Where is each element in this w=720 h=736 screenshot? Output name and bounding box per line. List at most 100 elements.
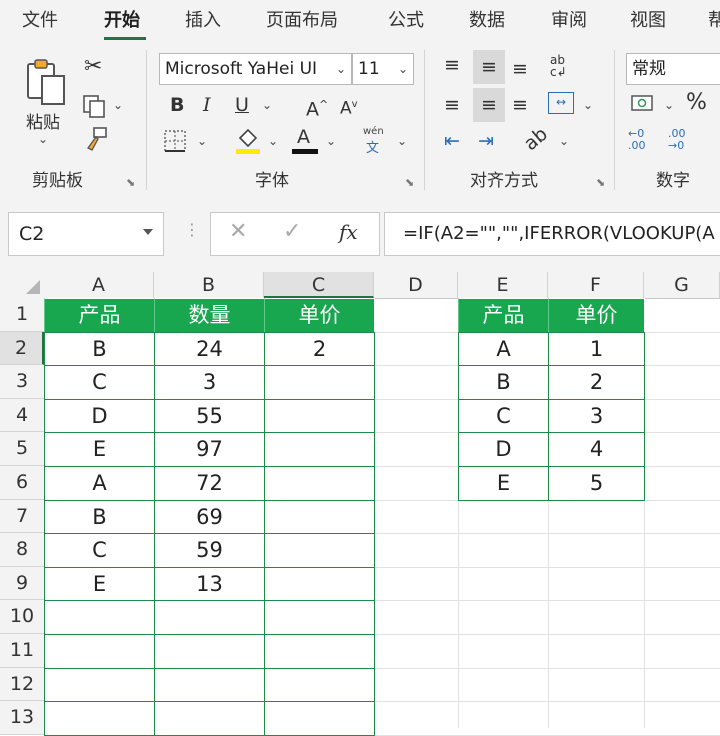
phonetic-button[interactable]: wén 文 [360,126,388,156]
row-header-10[interactable]: 10 [0,600,44,634]
table2-cell[interactable]: 3 [548,398,645,434]
row-header-8[interactable]: 8 [0,533,44,567]
table1-cell[interactable]: D [44,398,155,434]
table1-header-cell[interactable]: 数量 [154,298,265,333]
row-header-12[interactable]: 12 [0,667,44,702]
align-center-icon[interactable]: ≡ [473,88,505,122]
worksheet-grid[interactable]: A B C D E F G 1 2 3 4 5 6 7 8 9 10 11 12 13 产品 数量 单价 B 24 2 C 3 D 55… [0,272,720,736]
merge-center-icon[interactable]: ↔ [548,92,574,114]
fill-color-dropdown-icon[interactable]: ⌄ [268,134,278,148]
row-header-3[interactable]: 3 [0,365,44,399]
column-header-b[interactable]: B [154,272,264,298]
underline-dropdown-icon[interactable]: ⌄ [262,98,272,112]
middle-align-icon[interactable]: ≡ [473,50,505,84]
table2-cell[interactable]: E [458,466,549,501]
borders-dropdown-icon[interactable]: ⌄ [197,134,207,148]
tab-home[interactable]: 开始 [104,8,140,34]
formula-input[interactable]: =IF(A2="","",IFERROR(VLOOKUP(A [384,212,720,256]
number-format-combo[interactable]: 常规 [626,53,720,85]
increase-decimal-icon[interactable]: ←0.00 [628,128,646,152]
accounting-dropdown-icon[interactable]: ⌄ [664,98,674,112]
cut-icon[interactable]: ✂ [84,56,102,78]
table1-cell[interactable] [154,667,265,703]
table1-cell[interactable]: C [44,533,155,568]
table1-cell[interactable] [264,600,375,635]
increase-indent-icon[interactable]: ⇥ [478,130,494,152]
column-header-e[interactable]: E [458,272,548,298]
percent-style-button[interactable]: % [686,92,707,114]
table2-cell[interactable]: 1 [548,331,645,367]
tab-review[interactable]: 审阅 [551,8,587,34]
decrease-indent-icon[interactable]: ⇤ [444,130,460,152]
cancel-icon[interactable]: ✕ [229,219,247,244]
table1-cell[interactable] [264,701,375,736]
table1-cell[interactable] [264,667,375,703]
table1-cell[interactable] [264,634,375,669]
table1-cell[interactable] [44,634,155,669]
row-header-4[interactable]: 4 [0,398,44,433]
table1-header-cell[interactable]: 产品 [44,298,155,333]
name-box-dropdown-icon[interactable] [143,229,153,235]
font-size-dropdown-icon[interactable]: ⌄ [398,62,408,76]
enter-icon[interactable]: ✓ [283,219,301,244]
accounting-format-button[interactable] [630,92,658,114]
font-name-combo[interactable]: Microsoft YaHei UI ⌄ [159,53,352,85]
increase-font-button[interactable]: A^ [306,94,328,120]
tab-insert[interactable]: 插入 [185,8,221,34]
phonetic-dropdown-icon[interactable]: ⌄ [397,134,407,148]
decrease-font-button[interactable]: Av [340,94,358,120]
row-header-2[interactable]: 2 [0,331,44,366]
row-header-13[interactable]: 13 [0,701,44,735]
font-name-dropdown-icon[interactable]: ⌄ [336,62,346,76]
column-header-f[interactable]: F [548,272,644,298]
table1-cell[interactable] [44,701,155,736]
tab-view[interactable]: 视图 [630,8,666,34]
table1-cell[interactable] [264,432,375,467]
table1-cell[interactable] [154,634,265,669]
tab-page-layout[interactable]: 页面布局 [266,8,338,34]
table2-cell[interactable]: 2 [548,365,645,400]
row-header-7[interactable]: 7 [0,499,44,534]
table2-cell[interactable]: 5 [548,466,645,501]
fill-color-button[interactable] [234,126,262,154]
column-header-c[interactable]: C [264,272,374,298]
formula-bar-grip-icon[interactable]: ⋮ [184,222,200,238]
row-header-6[interactable]: 6 [0,466,44,500]
table1-header-cell[interactable]: 单价 [264,298,375,333]
table1-cell[interactable]: B [44,331,155,367]
row-header-11[interactable]: 11 [0,634,44,668]
table2-cell[interactable]: B [458,365,549,400]
clipboard-launcher-icon[interactable]: ⬊ [126,176,135,189]
font-color-dropdown-icon[interactable]: ⌄ [326,134,336,148]
paste-dropdown-icon[interactable]: ⌄ [38,132,48,146]
table1-cell[interactable] [264,466,375,501]
table1-cell[interactable]: B [44,499,155,535]
table1-cell[interactable]: 59 [154,533,265,568]
insert-function-icon[interactable]: fx [339,220,358,244]
table1-cell[interactable] [264,533,375,568]
table1-cell[interactable]: 69 [154,499,265,535]
table1-cell[interactable]: A [44,466,155,501]
orientation-dropdown-icon[interactable]: ⌄ [559,134,569,148]
table1-cell[interactable] [44,667,155,703]
table1-cell[interactable] [154,701,265,736]
table1-cell[interactable] [264,566,375,602]
align-left-icon[interactable]: ≡ [444,94,460,116]
font-launcher-icon[interactable]: ⬊ [405,176,414,189]
name-box[interactable]: C2 [8,212,164,256]
table1-cell[interactable] [44,600,155,635]
table1-cell[interactable]: C [44,365,155,400]
table2-cell[interactable]: C [458,398,549,434]
table1-cell[interactable]: 72 [154,466,265,501]
wrap-text-icon[interactable]: ab c↲ [550,54,567,78]
table2-cell[interactable]: A [458,331,549,367]
table1-cell[interactable]: 3 [154,365,265,400]
bold-button[interactable]: B [170,94,184,116]
font-size-combo[interactable]: 11 ⌄ [352,53,414,85]
merge-dropdown-icon[interactable]: ⌄ [583,98,593,112]
bottom-align-icon[interactable]: ≡ [512,58,528,80]
copy-button[interactable] [82,94,106,118]
alignment-launcher-icon[interactable]: ⬊ [596,176,605,189]
table1-cell[interactable] [154,600,265,635]
table1-cell[interactable] [264,365,375,400]
